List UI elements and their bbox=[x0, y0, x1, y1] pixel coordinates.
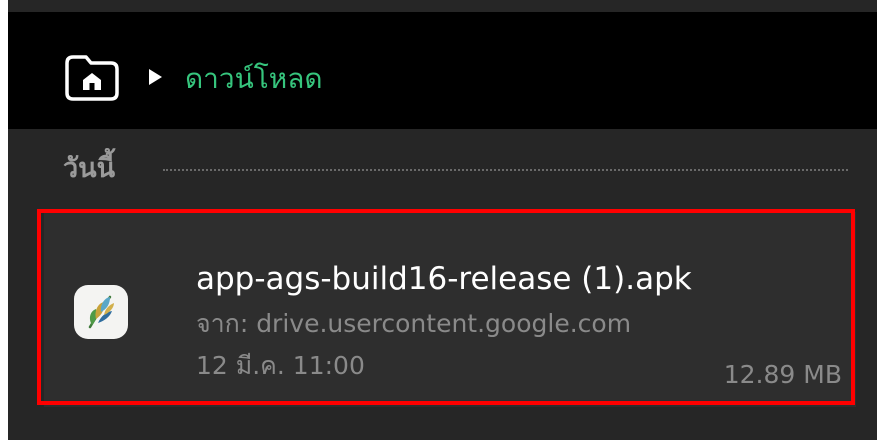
wheat-app-icon bbox=[74, 285, 128, 339]
file-size: 12.89 MB bbox=[723, 360, 842, 389]
downloads-screen: ดาวน์โหลด วันนี้ app-ags-build16-release… bbox=[8, 0, 877, 440]
folder-home-icon[interactable] bbox=[63, 51, 121, 103]
breadcrumb-bar: ดาวน์โหลด bbox=[8, 12, 877, 129]
download-list-item[interactable]: app-ags-build16-release (1).apk จาก: dri… bbox=[44, 212, 856, 407]
file-name: app-ags-build16-release (1).apk bbox=[196, 261, 692, 297]
section-title-today: วันนี้ bbox=[63, 153, 116, 184]
breadcrumb-current-folder[interactable]: ดาวน์โหลด bbox=[185, 62, 323, 96]
file-source: จาก: drive.usercontent.google.com bbox=[196, 309, 632, 338]
section-divider bbox=[163, 169, 848, 171]
file-date: 12 มี.ค. 11:00 bbox=[196, 351, 365, 380]
play-arrow-icon bbox=[149, 69, 162, 85]
